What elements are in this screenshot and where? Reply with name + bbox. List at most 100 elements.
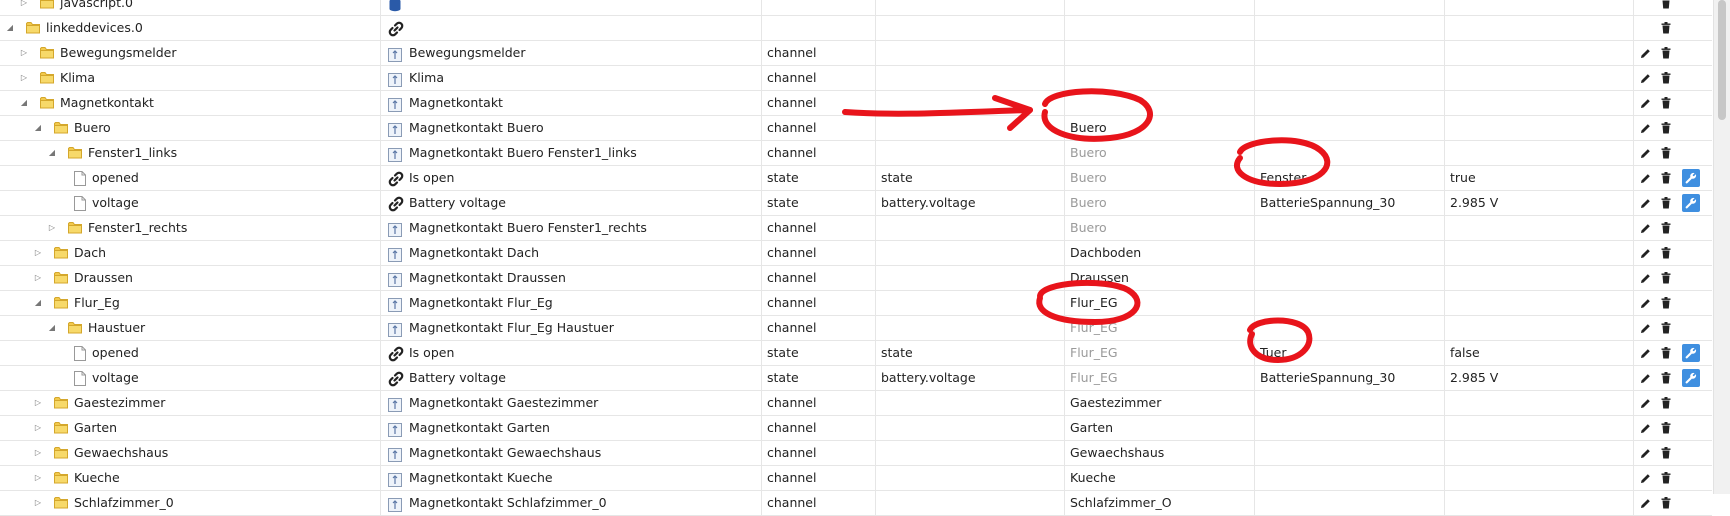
tree-row[interactable]: ◢ Fenster1_links Magnetkontakt Buero Fenst…: [0, 141, 1712, 166]
tree-row[interactable]: ◢ Haustuer Magnetkontakt Flur_Eg Haustuer c…: [0, 316, 1712, 341]
expand-toggle-icon[interactable]: ▷: [33, 441, 43, 465]
edit-button[interactable]: [1636, 169, 1654, 187]
delete-button[interactable]: [1657, 144, 1675, 162]
edit-button[interactable]: [1636, 144, 1654, 162]
delete-button[interactable]: [1657, 344, 1675, 362]
delete-button[interactable]: [1657, 0, 1675, 12]
delete-button[interactable]: [1657, 494, 1675, 512]
collapse-toggle-icon[interactable]: ◢: [33, 291, 43, 315]
edit-button[interactable]: [1636, 219, 1654, 237]
delete-button[interactable]: [1657, 444, 1675, 462]
expand-toggle-icon[interactable]: ▷: [33, 491, 43, 515]
expand-toggle-icon[interactable]: ▷: [33, 391, 43, 415]
expand-toggle-icon[interactable]: ▷: [19, 0, 29, 15]
edit-button[interactable]: [1636, 69, 1654, 87]
delete-button[interactable]: [1657, 19, 1675, 37]
tree-row[interactable]: ▷ Bewegungsmelder Bewegungsmelder channel: [0, 41, 1712, 66]
name-cell: [381, 0, 762, 15]
delete-button[interactable]: [1657, 244, 1675, 262]
delete-button[interactable]: [1657, 369, 1675, 387]
expand-toggle-icon[interactable]: ▷: [33, 466, 43, 490]
delete-button[interactable]: [1657, 194, 1675, 212]
tree-row[interactable]: opened Is open state state Flur_EG Tuer false: [0, 341, 1712, 366]
expand-toggle-icon[interactable]: ▷: [19, 41, 29, 65]
delete-button[interactable]: [1657, 469, 1675, 487]
edit-button[interactable]: [1636, 369, 1654, 387]
edit-button[interactable]: [1636, 394, 1654, 412]
tree-row[interactable]: ▷ Klima Klima channel: [0, 66, 1712, 91]
id-cell: ◢ Flur_Eg: [0, 291, 381, 315]
delete-button[interactable]: [1657, 94, 1675, 112]
delete-button[interactable]: [1657, 219, 1675, 237]
tree-row[interactable]: ◢ Magnetkontakt Magnetkontakt channel: [0, 91, 1712, 116]
edit-button[interactable]: [1636, 319, 1654, 337]
edit-button[interactable]: [1636, 94, 1654, 112]
edit-button[interactable]: [1636, 469, 1654, 487]
settings-wrench-button[interactable]: [1682, 194, 1700, 212]
tree-row[interactable]: ▷ Garten Magnetkontakt Garten channel Garten: [0, 416, 1712, 441]
tree-row[interactable]: ▷ Fenster1_rechts Magnetkontakt Buero Fens…: [0, 216, 1712, 241]
tree-row[interactable]: ◢ Flur_Eg Magnetkontakt Flur_Eg channel Flur…: [0, 291, 1712, 316]
expand-toggle-icon[interactable]: ▷: [19, 66, 29, 90]
settings-wrench-button[interactable]: [1682, 369, 1700, 387]
delete-button[interactable]: [1657, 44, 1675, 62]
settings-wrench-button[interactable]: [1682, 344, 1700, 362]
object-id: Buero: [74, 120, 111, 135]
object-name: Magnetkontakt Buero: [409, 120, 544, 135]
collapse-toggle-icon[interactable]: ◢: [33, 116, 43, 140]
value-cell: [1445, 241, 1634, 265]
edit-button[interactable]: [1636, 494, 1654, 512]
edit-button[interactable]: [1636, 44, 1654, 62]
tree-row[interactable]: ◢ linkeddevices.0: [0, 16, 1712, 41]
delete-button[interactable]: [1657, 294, 1675, 312]
tree-row[interactable]: ◢ Buero Magnetkontakt Buero channel Buero: [0, 116, 1712, 141]
delete-button[interactable]: [1657, 319, 1675, 337]
type-cell: channel: [762, 416, 876, 440]
link-icon: [388, 371, 404, 387]
edit-button[interactable]: [1636, 419, 1654, 437]
edit-button[interactable]: [1636, 194, 1654, 212]
tree-row[interactable]: voltage Battery voltage state battery.volta…: [0, 191, 1712, 216]
tree-row[interactable]: ▷ Gewaechshaus Magnetkontakt Gewaechshaus c…: [0, 441, 1712, 466]
delete-button[interactable]: [1657, 394, 1675, 412]
delete-button[interactable]: [1657, 119, 1675, 137]
edit-button[interactable]: [1636, 269, 1654, 287]
edit-button[interactable]: [1636, 294, 1654, 312]
collapse-toggle-icon[interactable]: ◢: [19, 91, 29, 115]
tree-row[interactable]: ▷ javascript.0: [0, 0, 1712, 16]
function-cell: [1255, 441, 1445, 465]
collapse-toggle-icon[interactable]: ◢: [47, 141, 57, 165]
delete-button[interactable]: [1657, 169, 1675, 187]
link-icon: [388, 346, 404, 362]
scrollbar-thumb[interactable]: [1718, 0, 1726, 120]
expand-toggle-icon[interactable]: ▷: [33, 416, 43, 440]
tree-row[interactable]: ▷ Schlafzimmer_0 Magnetkontakt Schlafzimme…: [0, 491, 1712, 516]
delete-button[interactable]: [1657, 69, 1675, 87]
tree-row[interactable]: ▷ Kueche Magnetkontakt Kueche channel Kueche: [0, 466, 1712, 491]
object-id: linkeddevices.0: [46, 20, 143, 35]
edit-button[interactable]: [1636, 344, 1654, 362]
tree-row[interactable]: ▷ Draussen Magnetkontakt Draussen channel Dr…: [0, 266, 1712, 291]
edit-button[interactable]: [1636, 444, 1654, 462]
tree-row[interactable]: voltage Battery voltage state battery.volta…: [0, 366, 1712, 391]
role-cell: state: [876, 166, 1065, 190]
delete-button[interactable]: [1657, 269, 1675, 287]
edit-button[interactable]: [1636, 244, 1654, 262]
edit-button[interactable]: [1636, 119, 1654, 137]
expand-toggle-icon[interactable]: ▷: [47, 216, 57, 240]
value-cell: [1445, 316, 1634, 340]
collapse-toggle-icon[interactable]: ◢: [47, 316, 57, 340]
id-cell: voltage: [0, 366, 381, 390]
id-cell: voltage: [0, 191, 381, 215]
vertical-scrollbar[interactable]: [1713, 0, 1730, 494]
collapse-toggle-icon[interactable]: ◢: [5, 16, 15, 40]
expand-toggle-icon[interactable]: ▷: [33, 266, 43, 290]
id-cell: ▷ Dach: [0, 241, 381, 265]
tree-row[interactable]: ▷ Dach Magnetkontakt Dach channel Dachboden: [0, 241, 1712, 266]
tree-row[interactable]: ▷ Gaestezimmer Magnetkontakt Gaestezimmer c…: [0, 391, 1712, 416]
settings-wrench-button[interactable]: [1682, 169, 1700, 187]
delete-button[interactable]: [1657, 419, 1675, 437]
expand-toggle-icon[interactable]: ▷: [33, 241, 43, 265]
function-cell: [1255, 466, 1445, 490]
tree-row[interactable]: opened Is open state state Buero Fenster true: [0, 166, 1712, 191]
